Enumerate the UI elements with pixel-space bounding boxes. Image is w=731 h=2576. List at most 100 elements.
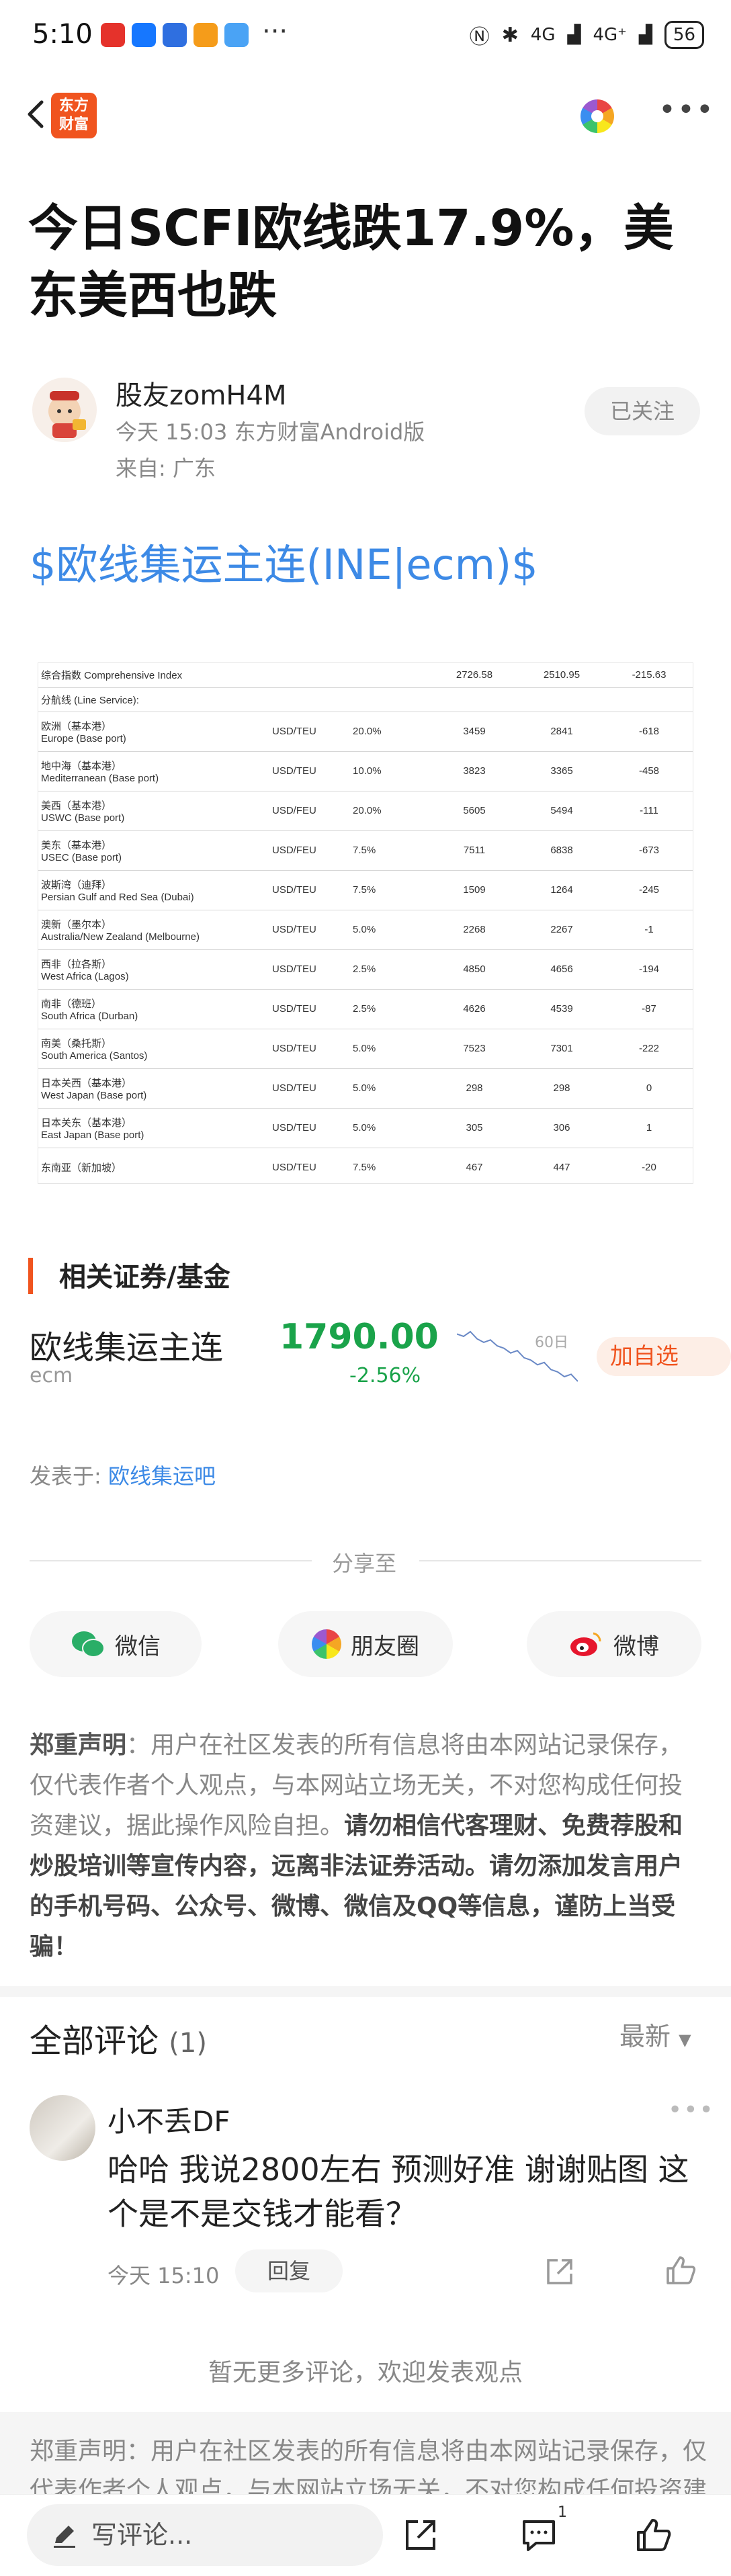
route-previous: 298: [518, 1068, 605, 1109]
route-change: -458: [605, 751, 693, 791]
share-wechat-button[interactable]: 微信: [30, 1611, 202, 1677]
route-name-cn: 西非（拉各斯）: [41, 958, 112, 970]
route-row: 日本关东（基本港） East Japan (Base port) USD/TEU 5.…: [38, 1108, 693, 1148]
route-previous: 4539: [518, 989, 605, 1029]
signal-bars-a-icon: ▟: [567, 25, 581, 45]
route-name-cn: 地中海（基本港）: [41, 760, 122, 772]
more-menu-icon[interactable]: •••: [658, 93, 715, 127]
comment-more-icon[interactable]: •••: [668, 2096, 715, 2124]
route-previous: 447: [518, 1148, 605, 1183]
route-current: 298: [431, 1068, 518, 1109]
route-name: 南美（桑托斯） South America (Santos): [38, 1029, 269, 1069]
route-current: 305: [431, 1108, 518, 1148]
comment-icon[interactable]: [519, 2515, 559, 2555]
route-change: 1: [605, 1108, 693, 1148]
route-unit: USD/TEU: [269, 1029, 350, 1069]
route-current: 4850: [431, 949, 518, 990]
signal-bars-b-icon: ▟: [638, 25, 652, 45]
route-name-en: South America (Santos): [41, 1049, 148, 1062]
reply-button[interactable]: 回复: [235, 2249, 343, 2292]
stock-tag-link[interactable]: $欧线集运主连(INE|ecm)$: [30, 531, 538, 591]
scfi-table: 综合指数 Comprehensive Index 2726.58 2510.95…: [38, 663, 693, 1183]
route-row: 南美（桑托斯） South America (Santos) USD/TEU 5.0%…: [38, 1029, 693, 1069]
add-watchlist-button[interactable]: 加自选: [597, 1337, 731, 1376]
composite-prev: 2510.95: [518, 663, 605, 688]
route-unit: USD/TEU: [269, 949, 350, 990]
comment-share-icon[interactable]: [543, 2255, 576, 2288]
route-current: 467: [431, 1148, 518, 1183]
pen-icon: [54, 2526, 75, 2548]
route-row: 南非（德班） South Africa (Durban) USD/TEU 2.5% 46…: [38, 989, 693, 1029]
route-row: 欧洲（基本港） Europe (Base port) USD/TEU 20.0% 345…: [38, 712, 693, 752]
route-previous: 1264: [518, 870, 605, 910]
route-unit: USD/TEU: [269, 1148, 350, 1183]
share-weibo-label: 微博: [613, 1633, 659, 1660]
share-divider-left: [30, 1560, 312, 1561]
route-unit: USD/TEU: [269, 989, 350, 1029]
share-icon[interactable]: [400, 2515, 441, 2555]
route-current: 1509: [431, 870, 518, 910]
route-name-cn: 美东（基本港）: [41, 839, 112, 851]
app-icon-blue: [163, 23, 187, 47]
composite-cur: 2726.58: [431, 663, 518, 688]
route-previous: 2267: [518, 910, 605, 950]
app-icon-alipay: [132, 23, 156, 47]
route-weight: 7.5%: [350, 1148, 431, 1183]
eastmoney-logo[interactable]: 东方 财富: [51, 93, 97, 138]
share-divider-right: [419, 1560, 701, 1561]
comments-sort-dropdown[interactable]: 最新 ▼: [619, 2016, 691, 2053]
route-current: 5605: [431, 791, 518, 831]
comment-like-icon[interactable]: [664, 2253, 697, 2287]
route-name: 日本关东（基本港） East Japan (Base port): [38, 1108, 269, 1148]
commenter-name[interactable]: 小不丢DF: [108, 2099, 230, 2140]
route-name-cn: 日本关西（基本港）: [41, 1077, 132, 1089]
route-name-en: West Japan (Base port): [41, 1089, 147, 1101]
route-change: -618: [605, 712, 693, 752]
route-row: 美东（基本港） USEC (Base port) USD/FEU 7.5% 7511 68…: [38, 830, 693, 871]
write-comment-placeholder: 写评论...: [91, 2520, 193, 2550]
author-avatar[interactable]: [32, 378, 97, 442]
share-moments-label: 朋友圈: [351, 1633, 419, 1660]
route-name-en: Australia/New Zealand (Melbourne): [41, 931, 200, 943]
share-wechat-label: 微信: [115, 1633, 161, 1660]
route-name-cn: 波斯湾（迪拜）: [41, 879, 112, 891]
route-previous: 3365: [518, 751, 605, 791]
route-current: 7523: [431, 1029, 518, 1069]
scfi-table-image[interactable]: 综合指数 Comprehensive Index 2726.58 2510.95…: [38, 662, 693, 1184]
route-previous: 6838: [518, 830, 605, 871]
posted-in: 发表于: 欧线集运吧: [30, 1459, 216, 1490]
board-link[interactable]: 欧线集运吧: [108, 1463, 216, 1489]
share-weibo-button[interactable]: 微博: [527, 1611, 701, 1677]
app-icon-orange: [194, 23, 218, 47]
route-unit: USD/FEU: [269, 830, 350, 871]
route-change: -20: [605, 1148, 693, 1183]
security-name[interactable]: 欧线集运主连: [30, 1321, 223, 1368]
app-icon-red: [101, 23, 125, 47]
comments-header: 全部评论 (1): [30, 2014, 207, 2061]
commenter-avatar[interactable]: [30, 2095, 95, 2161]
route-row: 波斯湾（迪拜） Persian Gulf and Red Sea (Dubai) U…: [38, 870, 693, 910]
route-previous: 2841: [518, 712, 605, 752]
route-current: 3823: [431, 751, 518, 791]
route-name-en: Europe (Base port): [41, 732, 126, 744]
route-row: 日本关西（基本港） West Japan (Base port) USD/TEU 5.…: [38, 1068, 693, 1109]
route-unit: USD/TEU: [269, 910, 350, 950]
follow-button[interactable]: 已关注: [585, 387, 700, 435]
like-icon[interactable]: [633, 2515, 673, 2555]
route-name: 澳新（墨尔本） Australia/New Zealand (Melbourne): [38, 910, 269, 950]
route-name-en: West Africa (Lagos): [41, 970, 129, 982]
pinwheel-icon[interactable]: [580, 99, 614, 133]
comment-count-badge: 1: [558, 2504, 567, 2521]
author-name[interactable]: 股友zomH4M: [116, 374, 286, 413]
route-change: -111: [605, 791, 693, 831]
route-weight: 2.5%: [350, 989, 431, 1029]
share-moments-button[interactable]: 朋友圈: [278, 1611, 453, 1677]
route-name-cn: 东南亚（新加坡）: [41, 1162, 122, 1174]
route-change: -222: [605, 1029, 693, 1069]
write-comment-input[interactable]: 写评论...: [27, 2504, 383, 2566]
route-weight: 2.5%: [350, 949, 431, 990]
logo-text-2: 财富: [58, 116, 89, 133]
route-name-en: Mediterranean (Base port): [41, 772, 159, 784]
route-weight: 10.0%: [350, 751, 431, 791]
route-name: 美东（基本港） USEC (Base port): [38, 830, 269, 871]
